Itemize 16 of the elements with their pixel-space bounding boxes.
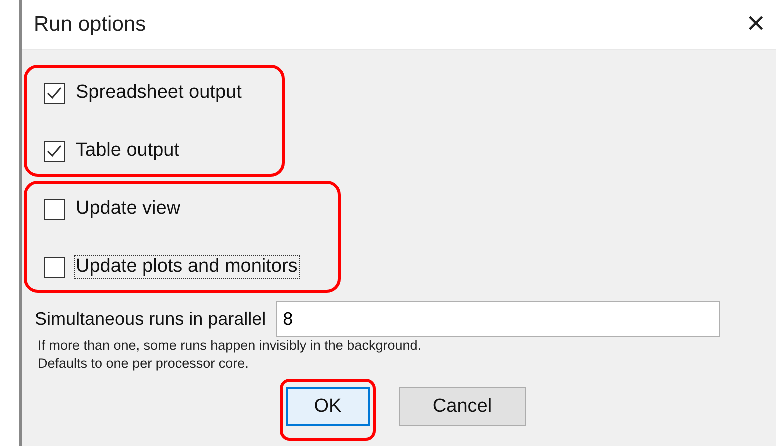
checkbox-label: Update view xyxy=(75,197,182,221)
input-field[interactable]: 8 xyxy=(276,301,720,337)
ok-button[interactable]: OK xyxy=(286,387,370,426)
checkbox[interactable] xyxy=(44,140,65,162)
checkbox[interactable] xyxy=(44,82,65,104)
field-label: Simultaneous runs in parallel xyxy=(35,308,266,330)
hint-text: Defaults to one per processor core. xyxy=(38,355,249,373)
hint-text: If more than one, some runs happen invisibly in the background. xyxy=(38,337,422,355)
checkbox[interactable] xyxy=(44,256,65,278)
checkbox-label: Spreadsheet output xyxy=(75,81,243,105)
cancel-button[interactable]: Cancel xyxy=(399,387,526,426)
window-title: Run options xyxy=(34,12,146,36)
checkbox-label: Table output xyxy=(75,139,181,163)
close-icon[interactable]: ✕ xyxy=(740,12,772,36)
checkbox[interactable] xyxy=(44,198,65,220)
checkbox-label: Update plots and monitors xyxy=(74,255,300,279)
